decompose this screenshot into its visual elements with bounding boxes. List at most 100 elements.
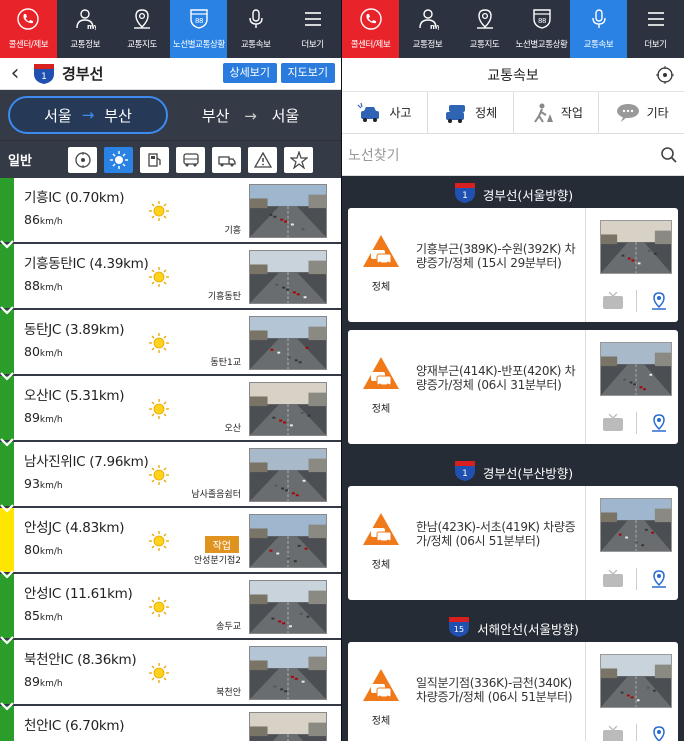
cctv-location: 기흥동탄 [207, 292, 241, 302]
cctv-icon[interactable] [68, 146, 97, 173]
cctv-thumbnail[interactable] [249, 250, 327, 304]
map-view-button[interactable]: 지도보기 [280, 63, 335, 83]
alert-status: 정체 [348, 208, 414, 322]
speed-value: 85 [24, 608, 40, 623]
location-target-icon[interactable] [656, 66, 674, 84]
detail-view-button[interactable]: 상세보기 [222, 63, 277, 83]
route-group-header: 1 경부선(부산방향) [342, 458, 684, 486]
alert-actions [586, 486, 678, 600]
section-row[interactable]: 북천안IC (8.36km) 89km/h 북천안 [0, 640, 341, 711]
nav-label: 교통속보 [583, 40, 614, 50]
cctv-thumbnail[interactable] [249, 382, 327, 436]
nav-label: 콜센터/제보 [8, 40, 49, 50]
alert-card[interactable]: 정체 한남(423K)-서초(419K) 차량증가/정체 (06시 51분부터) [348, 486, 678, 600]
section-row[interactable]: 천안IC (6.70km) [0, 706, 341, 741]
alert-card[interactable]: 정체 일직분기점(336K)-금천(340K) 차량증가/정체 (06시 51분… [348, 642, 678, 741]
tow-truck-icon[interactable] [212, 146, 241, 173]
map-marker-icon[interactable] [650, 292, 668, 310]
direction-seoul-busan[interactable]: 서울 → 부산 [8, 96, 168, 134]
traffic-status-bar [0, 376, 14, 447]
shield-number: 15 [454, 625, 464, 634]
bus-icon[interactable] [176, 146, 205, 173]
cctv-thumbnail[interactable] [600, 654, 672, 708]
category-tabs: 사고 정체 작업 기타 [342, 92, 684, 134]
search-input[interactable]: 노선찾기 [348, 145, 660, 165]
section-row[interactable]: 오산IC (5.31km) 89km/h 오산 [0, 376, 341, 447]
traffic-status-bar [0, 640, 14, 711]
category-congestion[interactable]: 정체 [428, 92, 514, 133]
alert-text: 한남(423K)-서초(419K) 차량증가/정체 (06시 51분부터) [414, 486, 586, 600]
cctv-thumbnail[interactable] [600, 342, 672, 396]
cctv-thumbnail[interactable] [600, 498, 672, 552]
direction-selector: 서울 → 부산 부산 → 서울 [0, 90, 341, 140]
weather-sun-icon[interactable] [104, 146, 133, 173]
nav-item-1[interactable]: my 교통정보 [57, 0, 114, 58]
cctv-thumbnail[interactable] [249, 712, 327, 741]
category-construction[interactable]: 작업 [514, 92, 600, 133]
section-info: 남사진위IC (7.96km) 93km/h 남사졸음쉼터 [14, 442, 341, 506]
cctv-location: 안성분기점2 [193, 556, 241, 566]
alert-text: 기흥부근(389K)-수원(392K) 차량증가/정체 (15시 29분부터) [414, 208, 586, 322]
tv-news-icon[interactable] [602, 569, 624, 588]
speed-unit: km/h [39, 283, 63, 293]
highway-shield-icon: 88 [188, 8, 210, 38]
nav-item-2[interactable]: 교통지도 [456, 0, 513, 58]
alert-card[interactable]: 정체 양재부근(414K)-반포(420K) 차량증가/정체 (06시 31분부… [348, 330, 678, 444]
svg-text:my: my [430, 23, 439, 30]
nav-item-0[interactable]: 콜센터/제보 [342, 0, 399, 58]
nav-item-4[interactable]: 교통속보 [227, 0, 284, 58]
section-row[interactable]: 남사진위IC (7.96km) 93km/h 남사졸음쉼터 [0, 442, 341, 513]
section-row[interactable]: 동탄JC (3.89km) 80km/h 동탄1교 [0, 310, 341, 381]
tv-news-icon[interactable] [602, 291, 624, 310]
category-other[interactable]: 기타 [599, 92, 684, 133]
nav-item-3[interactable]: 88 노선별교통상황 [513, 0, 570, 58]
section-row[interactable]: 기흥IC (0.70km) 86km/h 기흥 [0, 178, 341, 249]
speed-unit: km/h [39, 481, 63, 491]
congestion-warning-icon [362, 234, 400, 272]
map-marker-icon[interactable] [650, 726, 668, 741]
cctv-thumbnail[interactable] [249, 514, 327, 568]
nav-item-2[interactable]: 교통지도 [114, 0, 171, 58]
map-marker-icon[interactable] [650, 414, 668, 432]
direction-busan-seoul[interactable]: 부산 → 서울 [168, 105, 333, 126]
cctv-thumbnail[interactable] [249, 646, 327, 700]
section-info: 오산IC (5.31km) 89km/h 오산 [14, 376, 341, 440]
tv-news-icon[interactable] [602, 413, 624, 432]
alert-list: 정체 기흥부근(389K)-수원(392K) 차량증가/정체 (15시 29분부… [342, 208, 684, 458]
map-marker-icon[interactable] [650, 570, 668, 588]
category-accident[interactable]: 사고 [342, 92, 428, 133]
alert-status: 정체 [348, 642, 414, 741]
svg-text:88: 88 [537, 17, 545, 25]
nav-item-5[interactable]: 더보기 [284, 0, 341, 58]
back-arrow-icon[interactable]: ‹ [4, 61, 26, 86]
nav-label: 더보기 [644, 40, 667, 50]
nav-item-0[interactable]: 콜센터/제보 [0, 0, 57, 58]
nav-item-1[interactable]: my 교통정보 [399, 0, 456, 58]
tv-news-icon[interactable] [602, 725, 624, 741]
speed-value: 88 [24, 278, 40, 293]
alert-card[interactable]: 정체 기흥부근(389K)-수원(392K) 차량증가/정체 (15시 29분부… [348, 208, 678, 322]
section-row[interactable]: 기흥동탄IC (4.39km) 88km/h 기흥동탄 [0, 244, 341, 315]
section-row[interactable]: 안성IC (11.61km) 85km/h 송두교 [0, 574, 341, 645]
cctv-thumbnail[interactable] [249, 316, 327, 370]
cctv-thumbnail[interactable] [249, 184, 327, 238]
highway-shield-icon: 15 [447, 616, 471, 641]
cctv-thumbnail[interactable] [600, 220, 672, 274]
alert-text: 양재부근(414K)-반포(420K) 차량증가/정체 (06시 31분부터) [414, 330, 586, 444]
cctv-thumbnail[interactable] [249, 448, 327, 502]
alert-groups: 1 경부선(서울방향) 정체 기흥부근(389K)-수원(392K) 차량증가/정… [342, 176, 684, 741]
nav-item-3[interactable]: 88 노선별교통상황 [170, 0, 228, 58]
gas-station-icon[interactable] [140, 146, 169, 173]
highway-shield-icon: 88 [531, 8, 553, 38]
congestion-warning-icon [362, 668, 400, 706]
section-info: 북천안IC (8.36km) 89km/h 북천안 [14, 640, 341, 704]
chevron-down-icon [0, 240, 14, 249]
nav-item-4[interactable]: 교통속보 [570, 0, 627, 58]
star-icon[interactable] [284, 146, 313, 173]
search-icon[interactable] [660, 146, 678, 164]
cctv-thumbnail[interactable] [249, 580, 327, 634]
warning-icon[interactable] [248, 146, 277, 173]
nav-item-5[interactable]: 더보기 [627, 0, 684, 58]
section-row[interactable]: 안성JC (4.83km) 80km/h 작업 안성분기점2 [0, 508, 341, 579]
route-search[interactable]: 노선찾기 [342, 134, 684, 176]
